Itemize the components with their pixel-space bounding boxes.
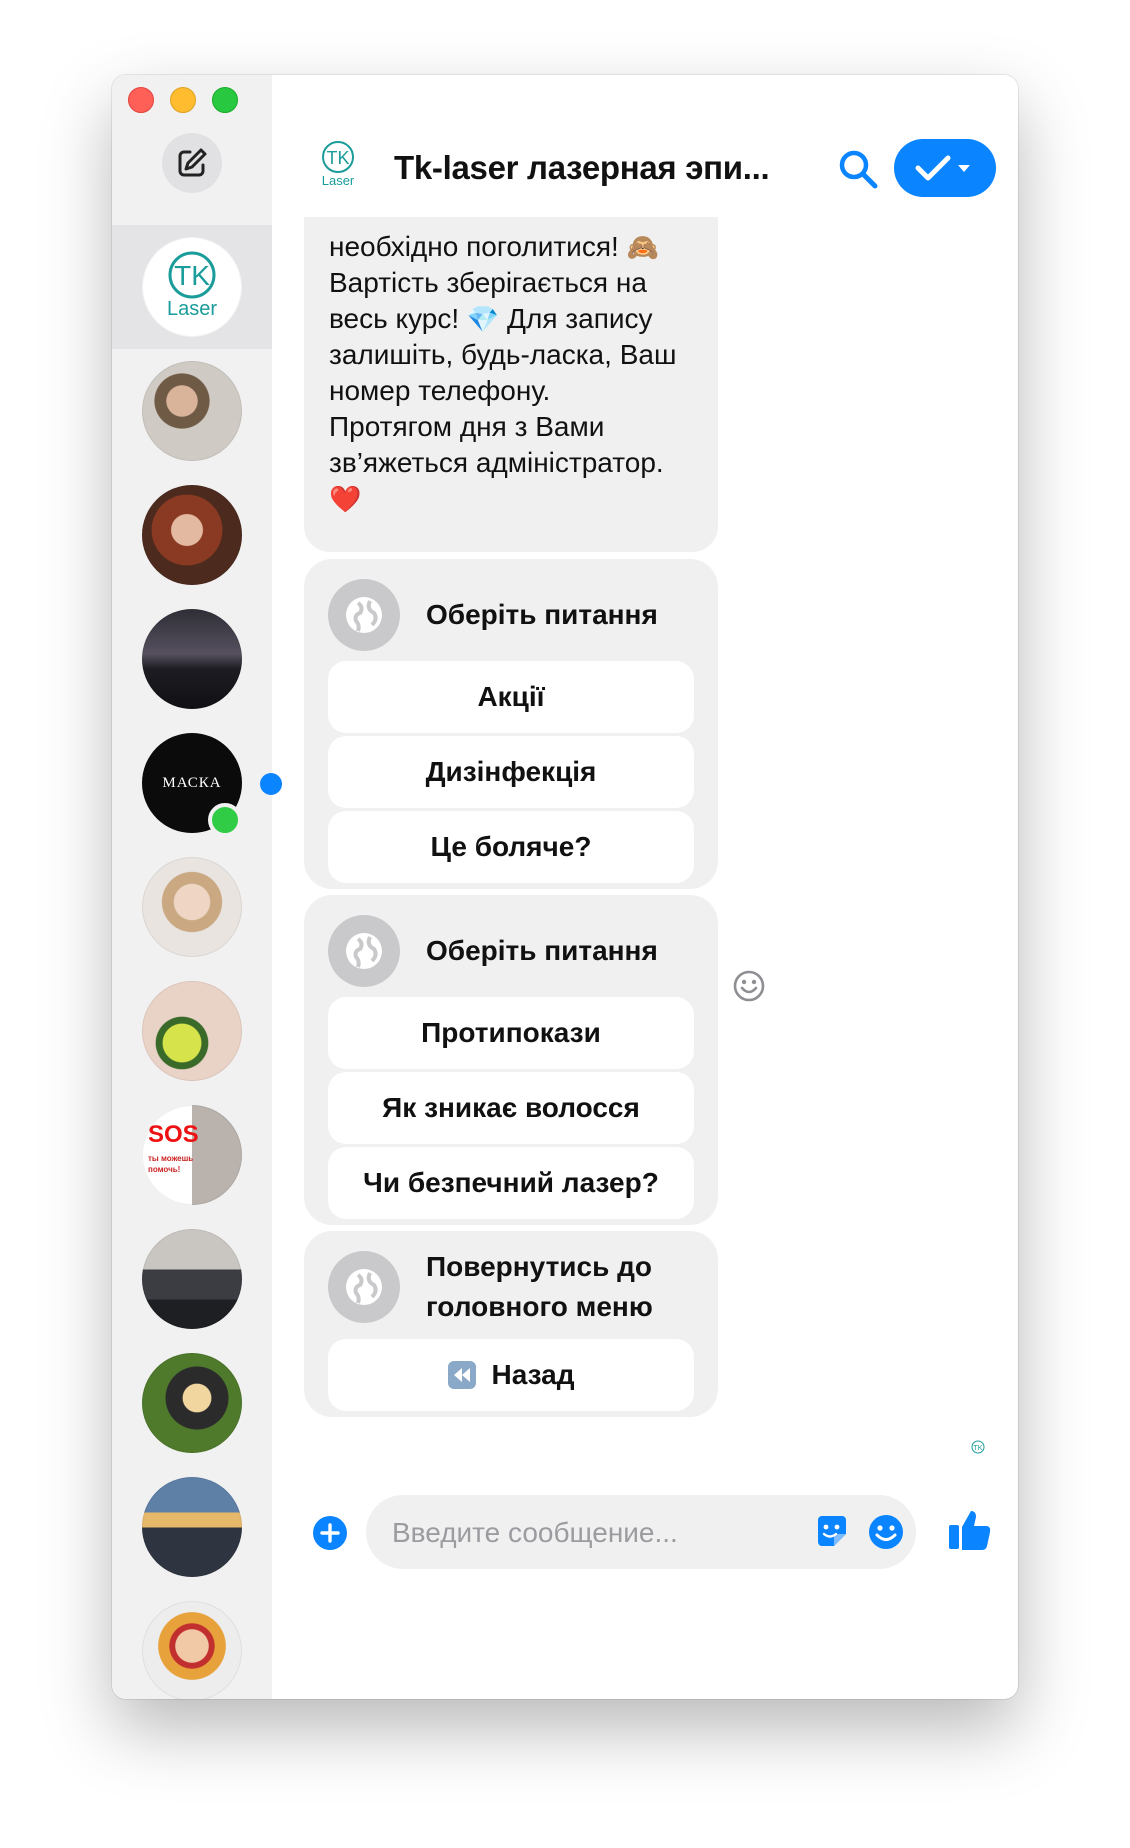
react-smiley-icon[interactable] — [732, 969, 766, 1003]
maska-logo-text: МАСКА — [162, 774, 222, 791]
svg-text:Laser: Laser — [167, 298, 217, 320]
sos-sub-label: ты можешь помочь! — [148, 1154, 194, 1174]
message-text: необхідно поголитися! 🙈 Вартість зберіга… — [329, 229, 709, 517]
conversation-item-maska[interactable]: МАСКА — [112, 721, 282, 845]
gem-emoji: 💎 — [466, 304, 500, 334]
message-line: Вартість зберігається на — [329, 267, 647, 298]
message-line: весь курс! 💎 Для запису — [329, 303, 653, 334]
tk-laser-logo-icon: TK Laser — [322, 141, 355, 188]
contact-avatar — [142, 485, 242, 585]
quick-reply-card: Оберіть питання Акції Дизінфекція Це бол… — [304, 559, 718, 889]
quick-reply-button[interactable]: Чи безпечний лазер? — [328, 1147, 694, 1219]
quick-reply-question: Повернутись до головного меню — [426, 1247, 653, 1327]
mark-done-button[interactable] — [894, 139, 996, 197]
quick-reply-card: Повернутись до головного меню Назад — [304, 1231, 718, 1417]
message-bubble: необхідно поголитися! 🙈 Вартість зберіга… — [304, 167, 718, 552]
conversation-item[interactable] — [112, 1341, 272, 1465]
new-message-button[interactable] — [162, 133, 222, 193]
message-thread: необхідно поголитися! 🙈 Вартість зберіга… — [272, 167, 1018, 1699]
svg-text:TK: TK — [174, 260, 210, 291]
quick-reply-card: Оберіть питання Протипокази Як зникає во… — [304, 895, 718, 1225]
back-button[interactable]: Назад — [328, 1339, 694, 1411]
conversation-sidebar: TK Laser МАСКА SOS ты можешь помочь! — [112, 75, 282, 1699]
contact-avatar — [142, 857, 242, 957]
contact-avatar — [142, 1229, 242, 1329]
contact-avatar — [142, 1601, 242, 1699]
conversation-item[interactable] — [112, 473, 272, 597]
rewind-icon — [448, 1361, 477, 1389]
contact-avatar — [142, 361, 242, 461]
globe-icon — [328, 915, 400, 987]
message-line: залишіть, будь-ласка, Ваш — [329, 339, 677, 370]
message-line: Протягом дня з Вами — [329, 411, 605, 442]
heart-emoji: ❤️ — [329, 484, 362, 514]
sos-avatar: SOS ты можешь помочь! — [142, 1105, 242, 1205]
contact-avatar — [142, 1477, 242, 1577]
conversation-item[interactable] — [112, 969, 272, 1093]
conversation-item[interactable] — [112, 597, 272, 721]
sos-label: SOS — [148, 1121, 199, 1148]
message-line: номер телефону. — [329, 375, 551, 406]
message-input-container — [366, 1495, 916, 1571]
add-attachment-icon[interactable] — [312, 1515, 348, 1551]
quick-reply-button[interactable]: Як зникає волосся — [328, 1072, 694, 1144]
tk-laser-logo-icon: TK Laser — [167, 251, 217, 320]
window-controls — [128, 87, 238, 113]
conversation-item[interactable] — [112, 349, 272, 473]
emoji-icon[interactable] — [866, 1512, 906, 1552]
quick-reply-button[interactable]: Дизінфекція — [328, 736, 694, 808]
contact-avatar — [142, 1353, 242, 1453]
conversation-list: TK Laser МАСКА SOS ты можешь помочь! — [112, 225, 282, 1699]
chat-header: TK Laser Tk-laser лазерная эпи... — [272, 75, 1018, 217]
quick-reply-button[interactable]: Це боляче? — [328, 811, 694, 883]
message-line: зв’яжеться адміністратор. — [329, 447, 664, 478]
globe-icon — [328, 1251, 400, 1323]
zoom-window-button[interactable] — [212, 87, 238, 113]
thumbs-up-icon[interactable] — [945, 1505, 995, 1555]
sticker-icon[interactable] — [812, 1512, 852, 1552]
search-icon[interactable] — [836, 147, 880, 191]
conversation-item-sos[interactable]: SOS ты можешь помочь! — [112, 1093, 272, 1217]
message-line: необхідно поголитися! 🙈 — [329, 231, 659, 262]
minimize-window-button[interactable] — [170, 87, 196, 113]
conversation-item[interactable] — [112, 845, 272, 969]
question-line: Повернутись до — [426, 1251, 652, 1282]
messenger-window: TK Laser МАСКА SOS ты можешь помочь! TK … — [112, 75, 1018, 1699]
conversation-item[interactable] — [112, 1589, 272, 1699]
quick-reply-button[interactable]: Протипокази — [328, 997, 694, 1069]
contact-avatar — [142, 609, 242, 709]
chat-title[interactable]: Tk-laser лазерная эпи... — [394, 149, 770, 187]
svg-text:TK: TK — [326, 148, 349, 168]
tk-laser-avatar: TK Laser — [142, 237, 242, 337]
quick-reply-question: Оберіть питання — [426, 599, 658, 630]
contact-avatar — [142, 981, 242, 1081]
compose-icon — [178, 148, 207, 177]
svg-text:TK: TK — [974, 1445, 983, 1452]
svg-text:Laser: Laser — [322, 173, 355, 188]
globe-icon — [328, 579, 400, 651]
checkmark-dropdown-icon — [915, 155, 970, 181]
quick-reply-question: Оберіть питання — [426, 935, 658, 966]
conversation-item[interactable] — [112, 1465, 272, 1589]
seen-by-avatar-icon: TK — [971, 1440, 985, 1454]
message-line: ❤️ — [329, 481, 709, 517]
question-line: головного меню — [426, 1291, 653, 1322]
see-no-evil-monkey-emoji: 🙈 — [626, 232, 659, 262]
close-window-button[interactable] — [128, 87, 154, 113]
conversation-item-tk-laser[interactable]: TK Laser — [112, 225, 272, 349]
conversation-item[interactable] — [112, 1217, 272, 1341]
message-input[interactable] — [390, 1495, 794, 1571]
quick-reply-button[interactable]: Акції — [328, 661, 694, 733]
back-button-label: Назад — [491, 1359, 575, 1390]
online-status-indicator — [208, 803, 242, 837]
